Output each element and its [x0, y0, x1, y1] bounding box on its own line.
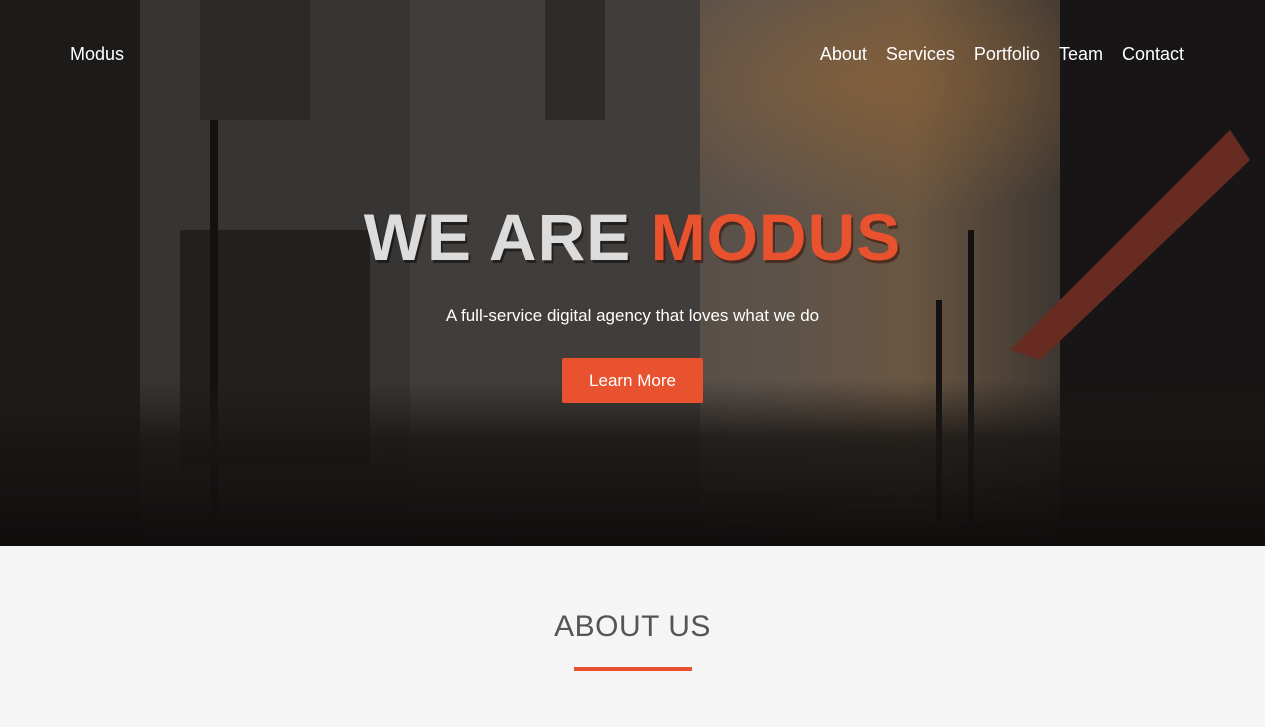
about-title: ABOUT US: [554, 610, 711, 643]
nav-link-contact[interactable]: Contact: [1122, 44, 1184, 65]
top-navigation: Modus About Services Portfolio Team Cont…: [0, 0, 1265, 108]
about-title-underline: [574, 667, 692, 671]
nav-link-team[interactable]: Team: [1059, 44, 1103, 65]
nav-link-portfolio[interactable]: Portfolio: [974, 44, 1040, 65]
nav-link-about[interactable]: About: [820, 44, 867, 65]
hero-title: WE ARE MODUS: [0, 199, 1265, 275]
hero-section: Modus About Services Portfolio Team Cont…: [0, 0, 1265, 546]
about-section: ABOUT US: [0, 546, 1265, 727]
learn-more-button[interactable]: Learn More: [562, 358, 703, 403]
nav-link-services[interactable]: Services: [886, 44, 955, 65]
nav-links: About Services Portfolio Team Contact: [820, 44, 1184, 65]
brand-logo-link[interactable]: Modus: [70, 44, 124, 65]
hero-subtitle: A full-service digital agency that loves…: [445, 306, 820, 325]
hero-title-we-are: WE ARE: [363, 200, 632, 274]
hero-title-modus: MODUS: [650, 200, 902, 274]
